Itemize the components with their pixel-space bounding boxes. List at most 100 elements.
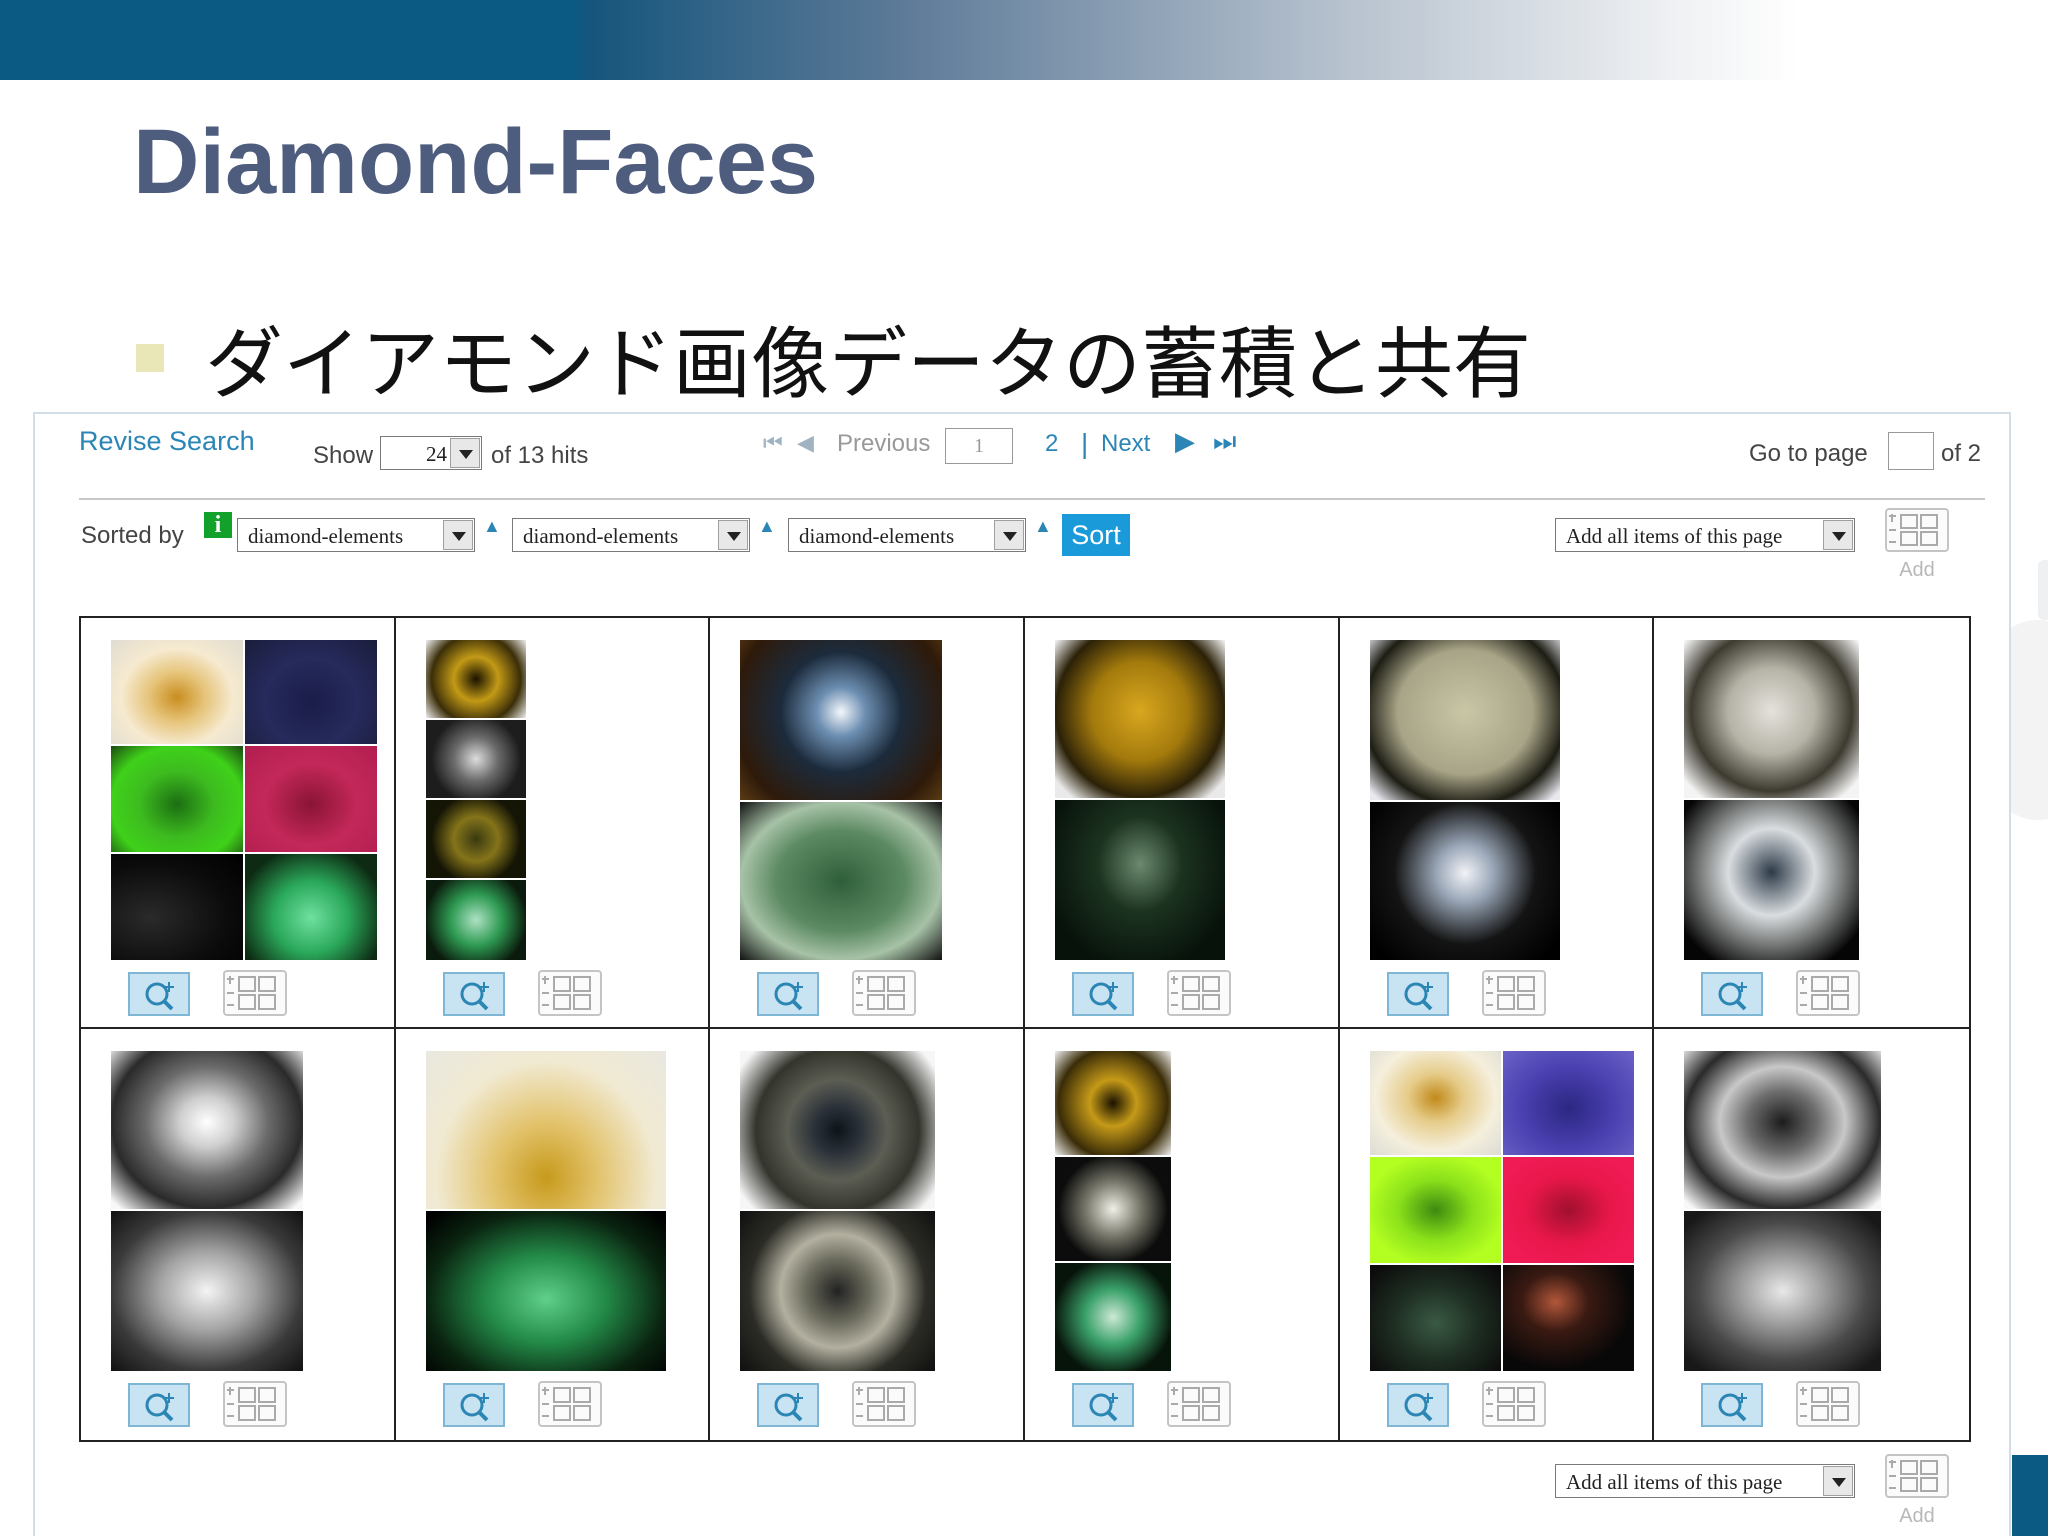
zoom-button[interactable] <box>1386 972 1449 1016</box>
add-to-collection-icon <box>537 1381 602 1427</box>
diamond-thumbnail[interactable] <box>1684 1051 1882 1371</box>
add-to-collection-button[interactable] <box>1481 1381 1546 1434</box>
previous-page-icon[interactable]: ◀ <box>797 430 814 456</box>
first-page-icon[interactable]: ⏮ <box>763 430 783 456</box>
chevron-down-icon[interactable] <box>1823 520 1853 550</box>
zoom-button[interactable] <box>1071 1383 1134 1427</box>
zoom-button[interactable] <box>128 972 190 1016</box>
add-to-collection-icon <box>1885 508 1949 552</box>
add-to-collection-button[interactable] <box>537 970 602 1023</box>
bullet-marker <box>136 344 164 372</box>
zoom-in-icon <box>774 1393 804 1422</box>
add-to-collection-icon <box>223 970 287 1016</box>
pager-separator: | <box>1081 428 1089 459</box>
add-to-collection-button[interactable] <box>1796 970 1861 1023</box>
results-grid <box>79 616 1971 1442</box>
zoom-in-icon <box>1718 982 1748 1011</box>
footer-add-all-items-value: Add all items of this page <box>1566 1470 1783 1494</box>
add-to-collection-button[interactable] <box>1166 970 1231 1023</box>
diamond-thumbnail[interactable] <box>740 1051 936 1371</box>
zoom-button[interactable] <box>442 972 505 1016</box>
add-to-collection-icon <box>852 1381 917 1427</box>
current-page-input[interactable]: 1 <box>945 428 1013 464</box>
zoom-in-icon <box>460 1393 489 1422</box>
sort-ascending-icon[interactable]: ▲ <box>483 516 501 537</box>
add-to-collection-icon <box>1481 970 1546 1016</box>
add-to-collection-button[interactable] <box>1796 1381 1861 1434</box>
sorted-by-label: Sorted by <box>81 522 184 549</box>
sort-button[interactable]: Sort <box>1062 514 1130 556</box>
add-to-collection-button[interactable] <box>852 1381 917 1434</box>
diamond-thumbnail[interactable] <box>1369 1051 1634 1371</box>
add-to-collection-icon <box>1166 1381 1231 1427</box>
result-item <box>1340 1029 1655 1440</box>
add-all-items-select[interactable]: Add all items of this page <box>1555 518 1855 552</box>
chevron-down-icon[interactable] <box>1823 1466 1853 1496</box>
footer-add-all-button[interactable]: Add <box>1885 1454 1949 1528</box>
add-all-button[interactable]: Add <box>1885 508 1949 582</box>
previous-link[interactable]: Previous <box>837 430 930 458</box>
chevron-down-icon[interactable] <box>718 520 748 550</box>
footer-add-all-items-select[interactable]: Add all items of this page <box>1555 1464 1855 1498</box>
zoom-in-icon <box>460 982 489 1011</box>
sort-field-value-2: diamond-elements <box>523 524 679 548</box>
add-to-collection-icon <box>223 1381 287 1427</box>
next-link[interactable]: Next <box>1101 430 1150 458</box>
sort-ascending-icon[interactable]: ▲ <box>758 516 776 537</box>
results-per-page-select[interactable]: 24 <box>380 436 482 470</box>
diamond-thumbnail[interactable] <box>1369 640 1560 960</box>
add-to-collection-icon <box>1796 970 1861 1016</box>
info-icon[interactable]: i <box>204 512 232 538</box>
chevron-down-icon[interactable] <box>443 520 473 550</box>
sort-field-select-3[interactable]: diamond-elements <box>788 518 1026 552</box>
chevron-down-icon[interactable] <box>450 438 480 468</box>
go-to-page-input[interactable] <box>1888 432 1934 470</box>
add-to-collection-button[interactable] <box>852 970 917 1023</box>
diamond-thumbnail[interactable] <box>740 640 943 960</box>
zoom-button[interactable] <box>128 1383 190 1427</box>
add-to-collection-button[interactable] <box>1481 970 1546 1023</box>
zoom-button[interactable] <box>1071 972 1134 1016</box>
zoom-in-icon <box>145 982 174 1011</box>
result-item <box>1024 618 1340 1029</box>
page-2-link[interactable]: 2 <box>1045 430 1058 458</box>
zoom-button[interactable] <box>442 1383 505 1427</box>
result-item <box>81 618 396 1029</box>
zoom-in-icon <box>145 1393 174 1422</box>
zoom-button[interactable] <box>757 972 820 1016</box>
sort-ascending-icon[interactable]: ▲ <box>1034 516 1052 537</box>
sort-field-select-2[interactable]: diamond-elements <box>512 518 750 552</box>
zoom-button[interactable] <box>757 1383 820 1427</box>
zoom-button[interactable] <box>1701 972 1764 1016</box>
zoom-button[interactable] <box>1386 1383 1449 1427</box>
diamond-thumbnail[interactable] <box>111 1051 303 1371</box>
zoom-button[interactable] <box>1701 1383 1764 1427</box>
zoom-in-icon <box>1089 1393 1118 1422</box>
toolbar-divider <box>79 498 1985 500</box>
zoom-in-icon <box>774 982 804 1011</box>
add-to-collection-icon <box>1481 1381 1546 1427</box>
diamond-thumbnail[interactable] <box>1054 1051 1171 1371</box>
add-to-collection-button[interactable] <box>537 1381 602 1434</box>
next-page-icon[interactable]: ▶ <box>1175 426 1195 457</box>
revise-search-link[interactable]: Revise Search <box>79 426 255 457</box>
search-results-panel: Revise Search Show 24 of 13 hits ⏮ ◀ Pre… <box>33 412 2011 1536</box>
add-to-collection-button[interactable] <box>223 1381 287 1434</box>
sort-field-value-1: diamond-elements <box>248 524 404 548</box>
show-label: Show <box>313 442 374 469</box>
diamond-thumbnail[interactable] <box>111 640 377 960</box>
diamond-thumbnail[interactable] <box>1054 640 1225 960</box>
last-page-icon[interactable]: ⏭ <box>1213 426 1236 458</box>
slide-bullet-text: ダイアモンド画像データの蓄積と共有 <box>205 320 1532 410</box>
result-item <box>395 618 711 1029</box>
add-to-collection-icon <box>1885 1454 1949 1498</box>
total-pages: of 2 <box>1941 440 1982 467</box>
diamond-thumbnail[interactable] <box>1684 640 1860 960</box>
add-to-collection-button[interactable] <box>223 970 287 1023</box>
add-to-collection-button[interactable] <box>1166 1381 1231 1434</box>
diamond-thumbnail[interactable] <box>425 1051 666 1371</box>
diamond-thumbnail[interactable] <box>425 640 526 960</box>
chevron-down-icon[interactable] <box>994 520 1024 550</box>
add-to-collection-icon <box>537 970 602 1016</box>
sort-field-select-1[interactable]: diamond-elements <box>237 518 475 552</box>
